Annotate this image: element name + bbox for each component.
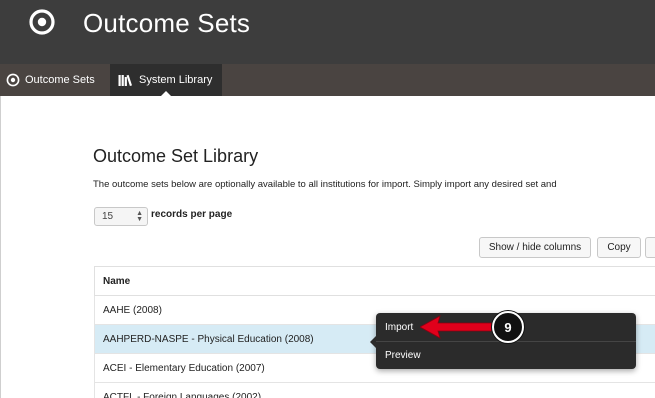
library-description: The outcome sets below are optionally av… <box>93 179 557 190</box>
select-arrows-icon: ▲ ▼ <box>136 210 143 223</box>
preview-menu-item[interactable]: Preview <box>376 341 636 369</box>
step-number-badge: 9 <box>492 311 524 343</box>
column-header-name[interactable]: Name <box>94 266 655 296</box>
show-hide-columns-button[interactable]: Show / hide columns <box>479 237 591 258</box>
tab-system-library-label: System Library <box>139 74 213 86</box>
target-icon <box>29 9 55 35</box>
app-title: Outcome Sets <box>83 8 251 38</box>
table-row[interactable]: ACTFL - Foreign Languages (2002) <box>94 383 655 398</box>
annotation-arrow-icon <box>420 315 495 339</box>
export-button-partial[interactable] <box>645 237 655 258</box>
tab-outcome-sets[interactable]: Outcome Sets <box>6 64 95 96</box>
tab-outcome-sets-label: Outcome Sets <box>25 74 95 86</box>
sub-navigation: Outcome Sets System Library <box>0 64 655 97</box>
library-books-icon <box>118 74 134 86</box>
app-header: Outcome Sets <box>0 0 655 64</box>
target-icon <box>6 73 20 87</box>
records-per-page-value: 15 <box>102 211 114 222</box>
records-per-page-select[interactable]: 15 ▲ ▼ <box>94 207 148 226</box>
copy-button[interactable]: Copy <box>597 237 641 258</box>
records-per-page-label: records per page <box>151 209 233 220</box>
page-title: Outcome Set Library <box>93 146 259 166</box>
tab-system-library[interactable]: System Library <box>110 64 223 97</box>
